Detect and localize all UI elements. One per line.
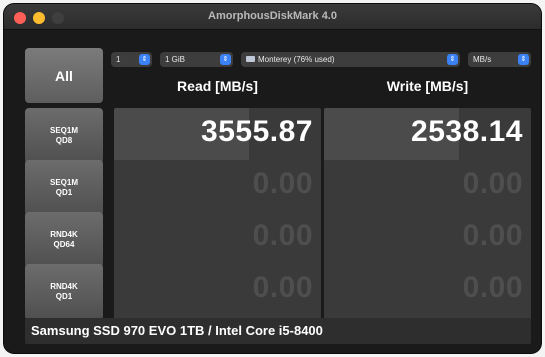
unit-value: MB/s [473, 55, 492, 64]
app-window: AmorphousDiskMark 4.0 All 1 ⇕ 1 GiB ⇕ Mo… [4, 4, 541, 353]
write-value: 0.00 [462, 219, 523, 252]
read-value: 0.00 [252, 271, 313, 304]
unit-select[interactable]: MB/s ⇕ [468, 52, 531, 67]
test-name: SEQ1M [49, 126, 78, 135]
drive-select[interactable]: Monterey (76% used) ⇕ [241, 52, 460, 67]
write-value: 2538.14 [411, 115, 523, 148]
read-column-header: Read [MB/s] [177, 78, 258, 94]
write-value: 0.00 [462, 167, 523, 200]
chevron-updown-icon: ⇕ [518, 54, 529, 65]
chevron-updown-icon: ⇕ [220, 54, 231, 65]
read-result-seq1m-qd8: 3555.87 [114, 108, 321, 164]
system-info-field[interactable]: Samsung SSD 970 EVO 1TB / Intel Core i5-… [25, 318, 531, 344]
write-result-rnd4k-qd64: 0.00 [324, 212, 531, 268]
run-all-button[interactable]: All [25, 48, 103, 103]
write-column-header: Write [MB/s] [386, 78, 469, 94]
read-result-rnd4k-qd64: 0.00 [114, 212, 321, 268]
test-queue-depth: QD1 [55, 188, 73, 197]
chevron-updown-icon: ⇕ [447, 54, 458, 65]
test-button-rnd4k-qd64[interactable]: RND4K QD64 [25, 212, 103, 268]
write-result-seq1m-qd1: 0.00 [324, 160, 531, 216]
chevron-updown-icon: ⇕ [139, 54, 150, 65]
test-queue-depth: QD8 [55, 136, 73, 145]
test-size-value: 1 GiB [165, 55, 186, 64]
test-queue-depth: QD64 [53, 240, 75, 249]
read-result-seq1m-qd1: 0.00 [114, 160, 321, 216]
test-queue-depth: QD1 [55, 292, 73, 301]
write-result-seq1m-qd8: 2538.14 [324, 108, 531, 164]
window-title: AmorphousDiskMark 4.0 [208, 10, 337, 22]
test-size-select[interactable]: 1 GiB ⇕ [160, 52, 233, 67]
test-button-seq1m-qd8[interactable]: SEQ1M QD8 [25, 108, 103, 164]
test-name: SEQ1M [49, 178, 78, 187]
test-count-value: 1 [116, 55, 121, 64]
write-value: 0.00 [462, 271, 523, 304]
drive-icon [246, 56, 255, 62]
test-name: RND4K [50, 282, 78, 291]
title-bar: AmorphousDiskMark 4.0 [4, 4, 541, 30]
read-value: 0.00 [252, 219, 313, 252]
read-value: 0.00 [252, 167, 313, 200]
test-button-seq1m-qd1[interactable]: SEQ1M QD1 [25, 160, 103, 216]
drive-value: Monterey (76% used) [258, 55, 335, 64]
test-count-select[interactable]: 1 ⇕ [111, 52, 152, 67]
test-name: RND4K [50, 230, 78, 239]
write-result-rnd4k-qd1: 0.00 [324, 264, 531, 320]
read-result-rnd4k-qd1: 0.00 [114, 264, 321, 320]
read-value: 3555.87 [201, 115, 313, 148]
test-button-rnd4k-qd1[interactable]: RND4K QD1 [25, 264, 103, 320]
